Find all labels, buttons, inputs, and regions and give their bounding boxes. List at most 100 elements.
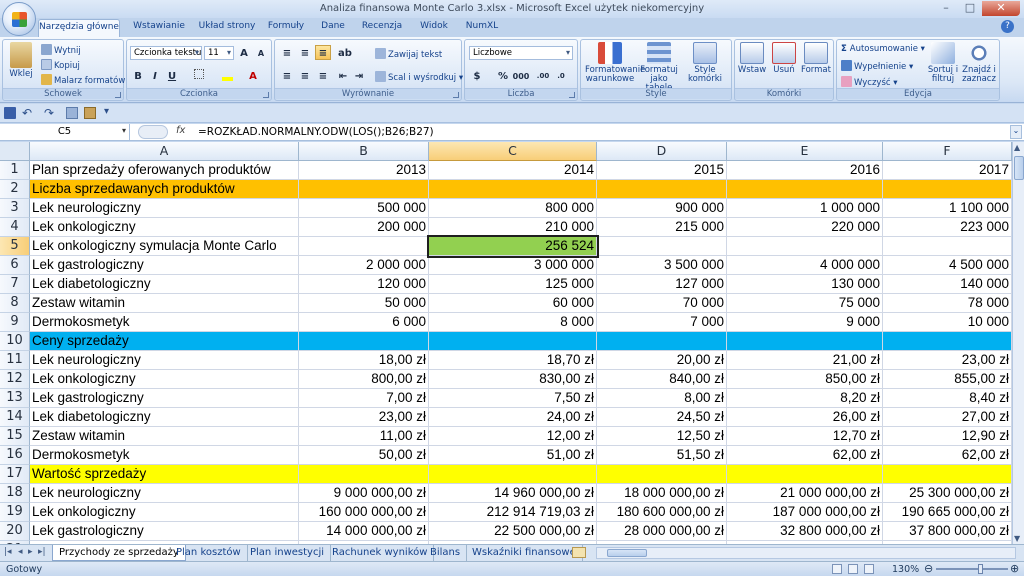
cell-e16[interactable]: 62,00 zł <box>727 446 883 465</box>
row-header[interactable]: 11 <box>0 351 30 370</box>
decrease-decimal-icon[interactable]: .0 <box>553 68 569 83</box>
cell-f14[interactable]: 27,00 zł <box>883 408 1012 427</box>
column-header-a[interactable]: A <box>30 142 299 161</box>
cell-d8[interactable]: 70 000 <box>597 294 727 313</box>
vertical-scrollbar[interactable]: ▲ ▼ <box>1012 142 1024 544</box>
cell-d20[interactable]: 28 000 000,00 zł <box>597 522 727 541</box>
cell-b14[interactable]: 23,00 zł <box>299 408 429 427</box>
delete-cells-button[interactable]: Usuń <box>769 42 799 75</box>
zoom-in-icon[interactable]: ⊕ <box>1010 562 1019 575</box>
formula-input[interactable]: =ROZKŁAD.NORMALNY.ODW(LOS();B26;B27) <box>198 126 434 138</box>
cell-c17[interactable] <box>429 465 597 484</box>
cell-f12[interactable]: 855,00 zł <box>883 370 1012 389</box>
align-top-icon[interactable]: ≡ <box>279 45 295 60</box>
undo-icon[interactable]: ↶ <box>22 106 32 120</box>
normal-view-icon[interactable] <box>832 564 842 574</box>
underline-button[interactable]: U <box>164 68 180 83</box>
row-header[interactable]: 15 <box>0 427 30 446</box>
currency-icon[interactable]: $ <box>469 68 485 83</box>
cut-button[interactable]: Wytnij <box>41 44 81 56</box>
cell-f1[interactable]: 2017 <box>883 161 1012 180</box>
cell-a19[interactable]: Lek onkologiczny <box>30 503 299 522</box>
grow-font-icon[interactable]: A <box>236 45 252 60</box>
row-header[interactable]: 14 <box>0 408 30 427</box>
close-button[interactable]: ✕ <box>982 1 1020 16</box>
tab-numxl[interactable]: NumXL <box>462 21 502 31</box>
cell-e19[interactable]: 187 000 000,00 zł <box>727 503 883 522</box>
cell-c16[interactable]: 51,00 zł <box>429 446 597 465</box>
last-sheet-icon[interactable]: ▸| <box>38 547 46 557</box>
copy-button[interactable]: Kopiuj <box>41 59 80 71</box>
row-header[interactable]: 13 <box>0 389 30 408</box>
prev-sheet-icon[interactable]: ◂ <box>18 547 23 557</box>
cell-d9[interactable]: 7 000 <box>597 313 727 332</box>
increase-decimal-icon[interactable]: .00 <box>535 68 551 83</box>
font-size-select[interactable]: 11 <box>204 46 234 60</box>
cell-e6[interactable]: 4 000 000 <box>727 256 883 275</box>
cell-f9[interactable]: 10 000 <box>883 313 1012 332</box>
name-box-dropdown-icon[interactable]: ▾ <box>122 126 126 135</box>
align-middle-icon[interactable]: ≡ <box>297 45 313 60</box>
cell-a16[interactable]: Dermokosmetyk <box>30 446 299 465</box>
align-center-icon[interactable]: ≡ <box>297 68 313 83</box>
cell-b8[interactable]: 50 000 <box>299 294 429 313</box>
row-header[interactable]: 8 <box>0 294 30 313</box>
sheet-tab-revenue[interactable]: Przychody ze sprzedaży <box>52 545 186 561</box>
sheet-tab-balance[interactable]: Bilans <box>424 545 468 561</box>
thousands-button[interactable]: 000 <box>511 68 531 83</box>
tab-insert[interactable]: Wstawianie <box>128 21 190 31</box>
redo-icon[interactable]: ↷ <box>44 106 54 120</box>
cell-d13[interactable]: 8,00 zł <box>597 389 727 408</box>
cell-a2[interactable]: Liczba sprzedawanych produktów <box>30 180 299 199</box>
sort-filter-button[interactable]: Sortuj i filtruj <box>927 42 959 84</box>
row-header[interactable]: 20 <box>0 522 30 541</box>
cell-b1[interactable]: 2013 <box>299 161 429 180</box>
tab-home[interactable]: Narzędzia główne <box>38 19 120 37</box>
cell-e20[interactable]: 32 800 000,00 zł <box>727 522 883 541</box>
cell-b16[interactable]: 50,00 zł <box>299 446 429 465</box>
font-launcher-icon[interactable] <box>263 92 269 98</box>
cell-a18[interactable]: Lek neurologiczny <box>30 484 299 503</box>
cell-d3[interactable]: 900 000 <box>597 199 727 218</box>
cell-f5[interactable] <box>883 237 1012 256</box>
cell-b20[interactable]: 14 000 000,00 zł <box>299 522 429 541</box>
save-icon[interactable] <box>4 107 16 119</box>
sheet-tab-ratios[interactable]: Wskaźniki finansowe <box>466 545 583 561</box>
wrap-text-button[interactable]: Zawijaj tekst <box>375 48 442 60</box>
row-header[interactable]: 1 <box>0 161 30 180</box>
vertical-scroll-thumb[interactable] <box>1014 156 1024 180</box>
tab-formulas[interactable]: Formuły <box>264 21 308 31</box>
cell-c1[interactable]: 2014 <box>429 161 597 180</box>
cell-a11[interactable]: Lek neurologiczny <box>30 351 299 370</box>
first-sheet-icon[interactable]: |◂ <box>4 547 12 557</box>
cell-a10[interactable]: Ceny sprzedaży <box>30 332 299 351</box>
align-right-icon[interactable]: ≡ <box>315 68 331 83</box>
cell-e2[interactable] <box>727 180 883 199</box>
orientation-icon[interactable]: ab <box>337 45 353 60</box>
cell-d6[interactable]: 3 500 000 <box>597 256 727 275</box>
number-launcher-icon[interactable] <box>569 92 575 98</box>
clipboard-launcher-icon[interactable] <box>115 92 121 98</box>
cell-e1[interactable]: 2016 <box>727 161 883 180</box>
row-header[interactable]: 10 <box>0 332 30 351</box>
cell-d7[interactable]: 127 000 <box>597 275 727 294</box>
alignment-launcher-icon[interactable] <box>453 92 459 98</box>
cell-b13[interactable]: 7,00 zł <box>299 389 429 408</box>
cell-f13[interactable]: 8,40 zł <box>883 389 1012 408</box>
row-header[interactable]: 19 <box>0 503 30 522</box>
column-header-e[interactable]: E <box>727 142 883 161</box>
cell-c18[interactable]: 14 960 000,00 zł <box>429 484 597 503</box>
cell-e10[interactable] <box>727 332 883 351</box>
insert-sheet-icon[interactable] <box>572 547 586 558</box>
next-sheet-icon[interactable]: ▸ <box>28 547 33 557</box>
minimize-button[interactable]: – <box>934 1 958 16</box>
cell-d12[interactable]: 840,00 zł <box>597 370 727 389</box>
format-painter-button[interactable]: Malarz formatów <box>41 74 125 86</box>
tab-review[interactable]: Recenzja <box>358 21 406 31</box>
cell-a9[interactable]: Dermokosmetyk <box>30 313 299 332</box>
cell-b12[interactable]: 800,00 zł <box>299 370 429 389</box>
cell-b5[interactable] <box>299 237 429 256</box>
cell-e12[interactable]: 850,00 zł <box>727 370 883 389</box>
cell-d2[interactable] <box>597 180 727 199</box>
cell-f19[interactable]: 190 665 000,00 zł <box>883 503 1012 522</box>
